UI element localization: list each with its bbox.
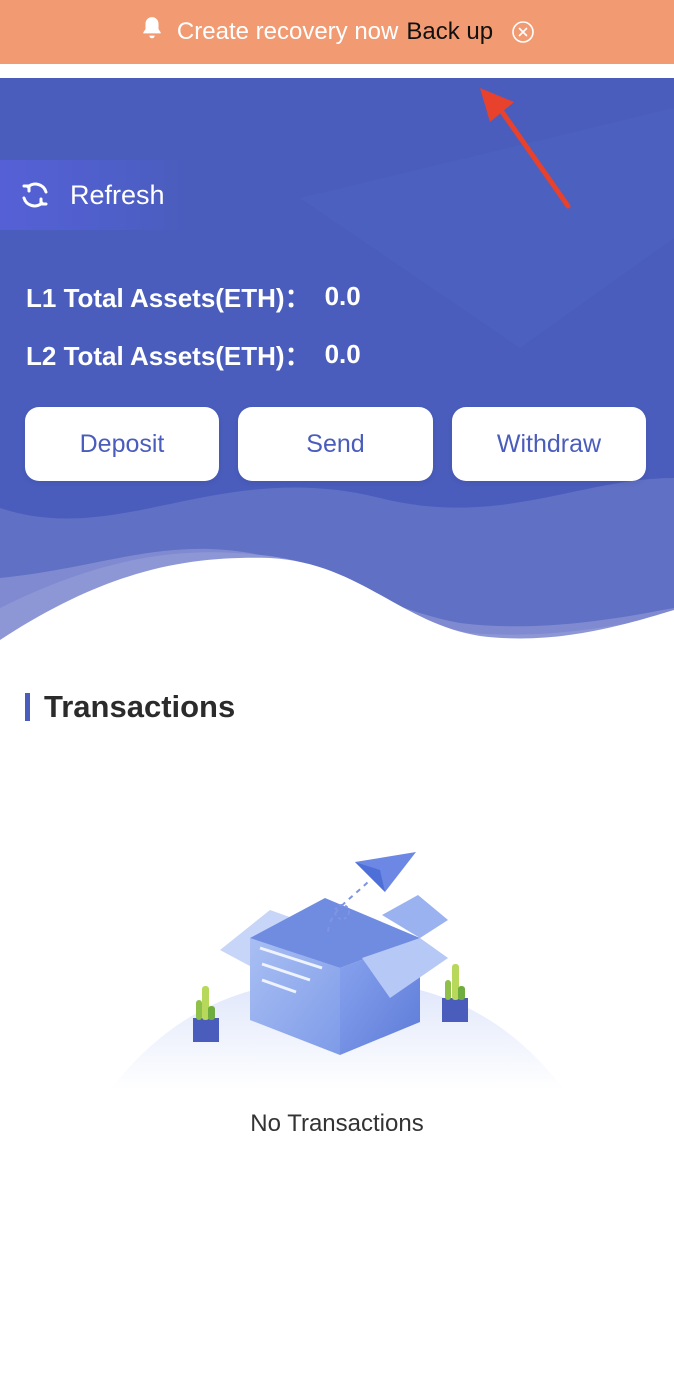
l2-assets-value: 0.0	[324, 339, 361, 369]
refresh-button[interactable]: Refresh	[0, 160, 190, 230]
close-icon[interactable]	[511, 20, 535, 44]
send-button[interactable]: Send	[238, 407, 433, 481]
empty-box-paper-plane-illustration	[110, 852, 564, 1090]
transactions-heading: Transactions	[25, 689, 236, 724]
notice-message: Create recovery now	[176, 18, 399, 45]
refresh-icon	[22, 182, 48, 208]
bell-icon	[143, 17, 161, 39]
l2-total-assets: L2 Total Assets(ETH)： 0.0	[26, 336, 361, 373]
refresh-label: Refresh	[70, 179, 165, 210]
withdraw-button[interactable]: Withdraw	[452, 407, 646, 481]
assets-panel: Refresh L1 Total Assets(ETH)： 0.0 L2 Tot…	[0, 78, 674, 640]
heading-accent-bar	[25, 693, 30, 721]
l2-assets-label: L2 Total Assets(ETH)：	[26, 341, 311, 371]
l1-total-assets: L1 Total Assets(ETH)： 0.0	[26, 278, 361, 315]
transactions-title: Transactions	[44, 689, 236, 724]
divider-strip	[0, 64, 674, 78]
back-up-link[interactable]: Back up	[406, 18, 493, 46]
l1-assets-label: L1 Total Assets(ETH)：	[26, 283, 311, 313]
empty-state-text: No Transactions	[250, 1110, 424, 1137]
deposit-button[interactable]: Deposit	[25, 407, 219, 481]
recovery-notice-bar: Create recovery now Back up	[0, 0, 674, 64]
l1-assets-value: 0.0	[324, 281, 361, 311]
